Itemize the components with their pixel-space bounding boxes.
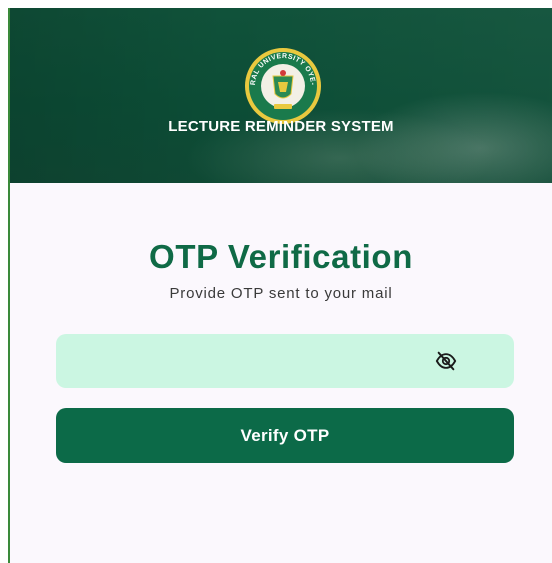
app-title: LECTURE REMINDER SYSTEM [168,118,394,135]
header-banner: FEDERAL UNIVERSITY OYE-EKITI LECTURE REM… [10,8,552,183]
verify-otp-label: Verify OTP [240,425,330,445]
otp-field[interactable] [56,334,514,388]
otp-input[interactable] [56,334,456,388]
app-screen: FEDERAL UNIVERSITY OYE-EKITI LECTURE REM… [10,8,552,563]
eye-off-icon[interactable] [435,350,457,372]
page-subtitle: Provide OTP sent to your mail [169,285,393,302]
verify-otp-button[interactable]: Verify OTP [56,408,514,463]
university-crest-icon: FEDERAL UNIVERSITY OYE-EKITI [243,46,323,126]
page-title: OTP Verification [149,238,413,275]
